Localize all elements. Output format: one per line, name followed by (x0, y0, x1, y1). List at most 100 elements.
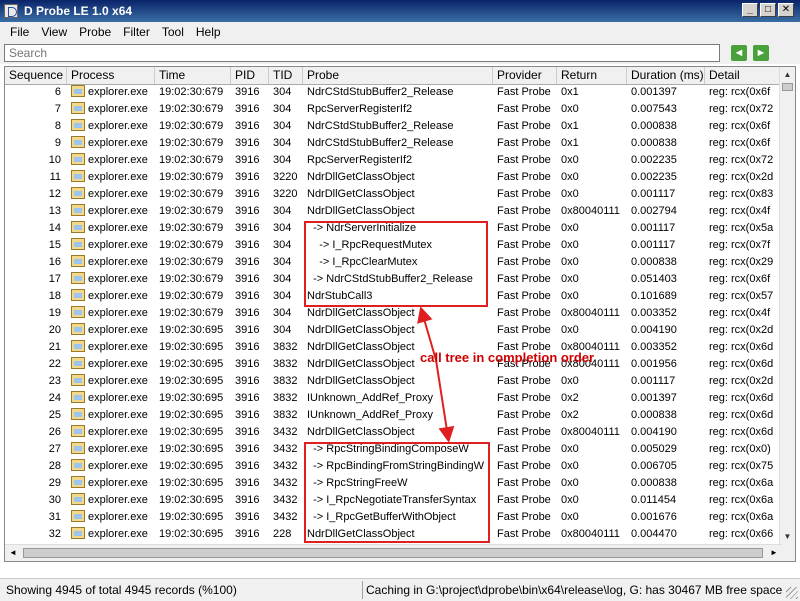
column-header-process[interactable]: Process (67, 67, 155, 84)
cell-duration: 0.000838 (631, 477, 677, 489)
cell-detail: reg: rcx(0x2d (709, 324, 774, 336)
column-header-probe[interactable]: Probe (303, 67, 493, 84)
table-row[interactable]: 31 explorer.exe 19:02:30:695 3916 3432 -> I_… (5, 509, 781, 526)
vertical-scrollbar[interactable]: ▲ ▼ (779, 67, 795, 561)
cell-process: explorer.exe (67, 237, 155, 254)
cell-process: explorer.exe (67, 339, 155, 356)
table-row[interactable]: 15 explorer.exe 19:02:30:679 3916 304 -> I_R… (5, 237, 781, 254)
table-row[interactable]: 13 explorer.exe 19:02:30:679 3916 304 NdrDllG… (5, 203, 781, 220)
column-header-pid[interactable]: PID (231, 67, 269, 84)
resize-grip-icon[interactable] (786, 587, 798, 599)
close-button[interactable]: ✕ (778, 3, 794, 17)
table-row[interactable]: 22 explorer.exe 19:02:30:695 3916 3832 NdrDll… (5, 356, 781, 373)
horizontal-scroll-thumb[interactable] (23, 548, 763, 558)
cell-time: 19:02:30:695 (159, 324, 224, 336)
table-row[interactable]: 16 explorer.exe 19:02:30:679 3916 304 -> I_R… (5, 254, 781, 271)
table-row[interactable]: 27 explorer.exe 19:02:30:695 3916 3432 -> Rp… (5, 441, 781, 458)
probe-table[interactable]: Sequence Process Time PID TID Probe Provider Re… (4, 66, 796, 562)
cell-duration: 0.001117 (631, 222, 676, 234)
table-row[interactable]: 6 explorer.exe 19:02:30:679 3916 304 NdrCStdS… (5, 84, 781, 101)
cell-pid: 3916 (235, 409, 260, 421)
table-row[interactable]: 23 explorer.exe 19:02:30:695 3916 3832 NdrDll… (5, 373, 781, 390)
search-bar: ◄ ► (0, 42, 800, 64)
process-name: explorer.exe (88, 103, 148, 115)
table-row[interactable]: 18 explorer.exe 19:02:30:679 3916 304 NdrStub… (5, 288, 781, 305)
table-row[interactable]: 20 explorer.exe 19:02:30:695 3916 304 NdrDllG… (5, 322, 781, 339)
search-input[interactable] (4, 44, 720, 62)
cell-tid: 3432 (273, 426, 298, 438)
table-row[interactable]: 24 explorer.exe 19:02:30:695 3916 3832 IUnkno… (5, 390, 781, 407)
table-row[interactable]: 30 explorer.exe 19:02:30:695 3916 3432 -> I_… (5, 492, 781, 509)
cell-provider: Fast Probe (497, 528, 551, 540)
cell-time: 19:02:30:695 (159, 426, 224, 438)
column-header-tid[interactable]: TID (269, 67, 303, 84)
cell-detail: reg: rcx(0x6d (709, 392, 774, 404)
column-header-time[interactable]: Time (155, 67, 231, 84)
arrow-left-icon[interactable]: ◄ (731, 45, 747, 61)
cell-probe: NdrDllGetClassObject (307, 188, 415, 200)
cell-tid: 304 (273, 86, 292, 98)
table-row[interactable]: 19 explorer.exe 19:02:30:679 3916 304 NdrDllG… (5, 305, 781, 322)
menu-filter[interactable]: Filter (117, 25, 156, 39)
table-row[interactable]: 14 explorer.exe 19:02:30:679 3916 304 -> Ndr… (5, 220, 781, 237)
scroll-right-icon[interactable]: ► (766, 545, 782, 561)
arrow-right-icon[interactable]: ► (753, 45, 769, 61)
cell-process: explorer.exe (67, 135, 155, 152)
table-row[interactable]: 26 explorer.exe 19:02:30:695 3916 3432 NdrDll… (5, 424, 781, 441)
cell-detail: reg: rcx(0x6d (709, 358, 774, 370)
table-row[interactable]: 10 explorer.exe 19:02:30:679 3916 304 RpcServ… (5, 152, 781, 169)
cell-pid: 3916 (235, 103, 260, 115)
scroll-up-icon[interactable]: ▲ (780, 67, 795, 83)
menu-file[interactable]: File (4, 25, 35, 39)
horizontal-scrollbar[interactable]: ◄ ► (5, 544, 782, 561)
column-header-sequence[interactable]: Sequence (5, 67, 67, 84)
table-row[interactable]: 21 explorer.exe 19:02:30:695 3916 3832 NdrDll… (5, 339, 781, 356)
process-icon (71, 153, 85, 165)
menu-view[interactable]: View (35, 25, 73, 39)
cell-detail: reg: rcx(0x6f (709, 86, 771, 98)
vertical-scroll-thumb[interactable] (782, 83, 793, 91)
cell-return: 0x0 (561, 273, 579, 285)
table-row[interactable]: 12 explorer.exe 19:02:30:679 3916 3220 NdrDll… (5, 186, 781, 203)
menu-probe[interactable]: Probe (73, 25, 117, 39)
column-header-return[interactable]: Return (557, 67, 627, 84)
cell-duration: 0.001676 (631, 511, 677, 523)
process-name: explorer.exe (88, 426, 148, 438)
cell-probe: -> I_RpcGetBufferWithObject (307, 511, 456, 523)
cell-tid: 304 (273, 222, 292, 234)
table-row[interactable]: 25 explorer.exe 19:02:30:695 3916 3832 IUnkno… (5, 407, 781, 424)
cell-sequence: 10 (48, 154, 61, 166)
cell-provider: Fast Probe (497, 290, 551, 302)
cell-return: 0x0 (561, 222, 579, 234)
table-row[interactable]: 32 explorer.exe 19:02:30:695 3916 228 NdrDllG… (5, 526, 781, 543)
column-header-detail[interactable]: Detail (705, 67, 781, 84)
scroll-down-icon[interactable]: ▼ (780, 529, 795, 545)
table-row[interactable]: 7 explorer.exe 19:02:30:679 3916 304 RpcServe… (5, 101, 781, 118)
column-header-duration[interactable]: Duration (ms) (627, 67, 705, 84)
scroll-left-icon[interactable]: ◄ (5, 545, 21, 561)
cell-process: explorer.exe (67, 271, 155, 288)
cell-process: explorer.exe (67, 305, 155, 322)
cell-pid: 3916 (235, 86, 260, 98)
cell-time: 19:02:30:679 (159, 86, 224, 98)
process-icon (71, 170, 85, 182)
minimize-button[interactable]: _ (742, 3, 758, 17)
cell-pid: 3916 (235, 358, 260, 370)
table-row[interactable]: 29 explorer.exe 19:02:30:695 3916 3432 -> Rp… (5, 475, 781, 492)
cell-pid: 3916 (235, 273, 260, 285)
menu-help[interactable]: Help (190, 25, 227, 39)
table-row[interactable]: 17 explorer.exe 19:02:30:679 3916 304 -> Ndr… (5, 271, 781, 288)
title-bar[interactable]: D Probe LE 1.0 x64 _ □ ✕ (0, 0, 800, 22)
table-row[interactable]: 8 explorer.exe 19:02:30:679 3916 304 NdrCStdS… (5, 118, 781, 135)
process-name: explorer.exe (88, 375, 148, 387)
cell-detail: reg: rcx(0x0) (709, 443, 771, 455)
table-row[interactable]: 11 explorer.exe 19:02:30:679 3916 3220 NdrDll… (5, 169, 781, 186)
maximize-button[interactable]: □ (760, 3, 776, 17)
cell-pid: 3916 (235, 205, 260, 217)
column-header-provider[interactable]: Provider (493, 67, 557, 84)
table-row[interactable]: 28 explorer.exe 19:02:30:695 3916 3432 -> Rp… (5, 458, 781, 475)
cell-return: 0x0 (561, 171, 579, 183)
table-row[interactable]: 9 explorer.exe 19:02:30:679 3916 304 NdrCStdS… (5, 135, 781, 152)
cell-return: 0x0 (561, 494, 579, 506)
menu-tool[interactable]: Tool (156, 25, 190, 39)
